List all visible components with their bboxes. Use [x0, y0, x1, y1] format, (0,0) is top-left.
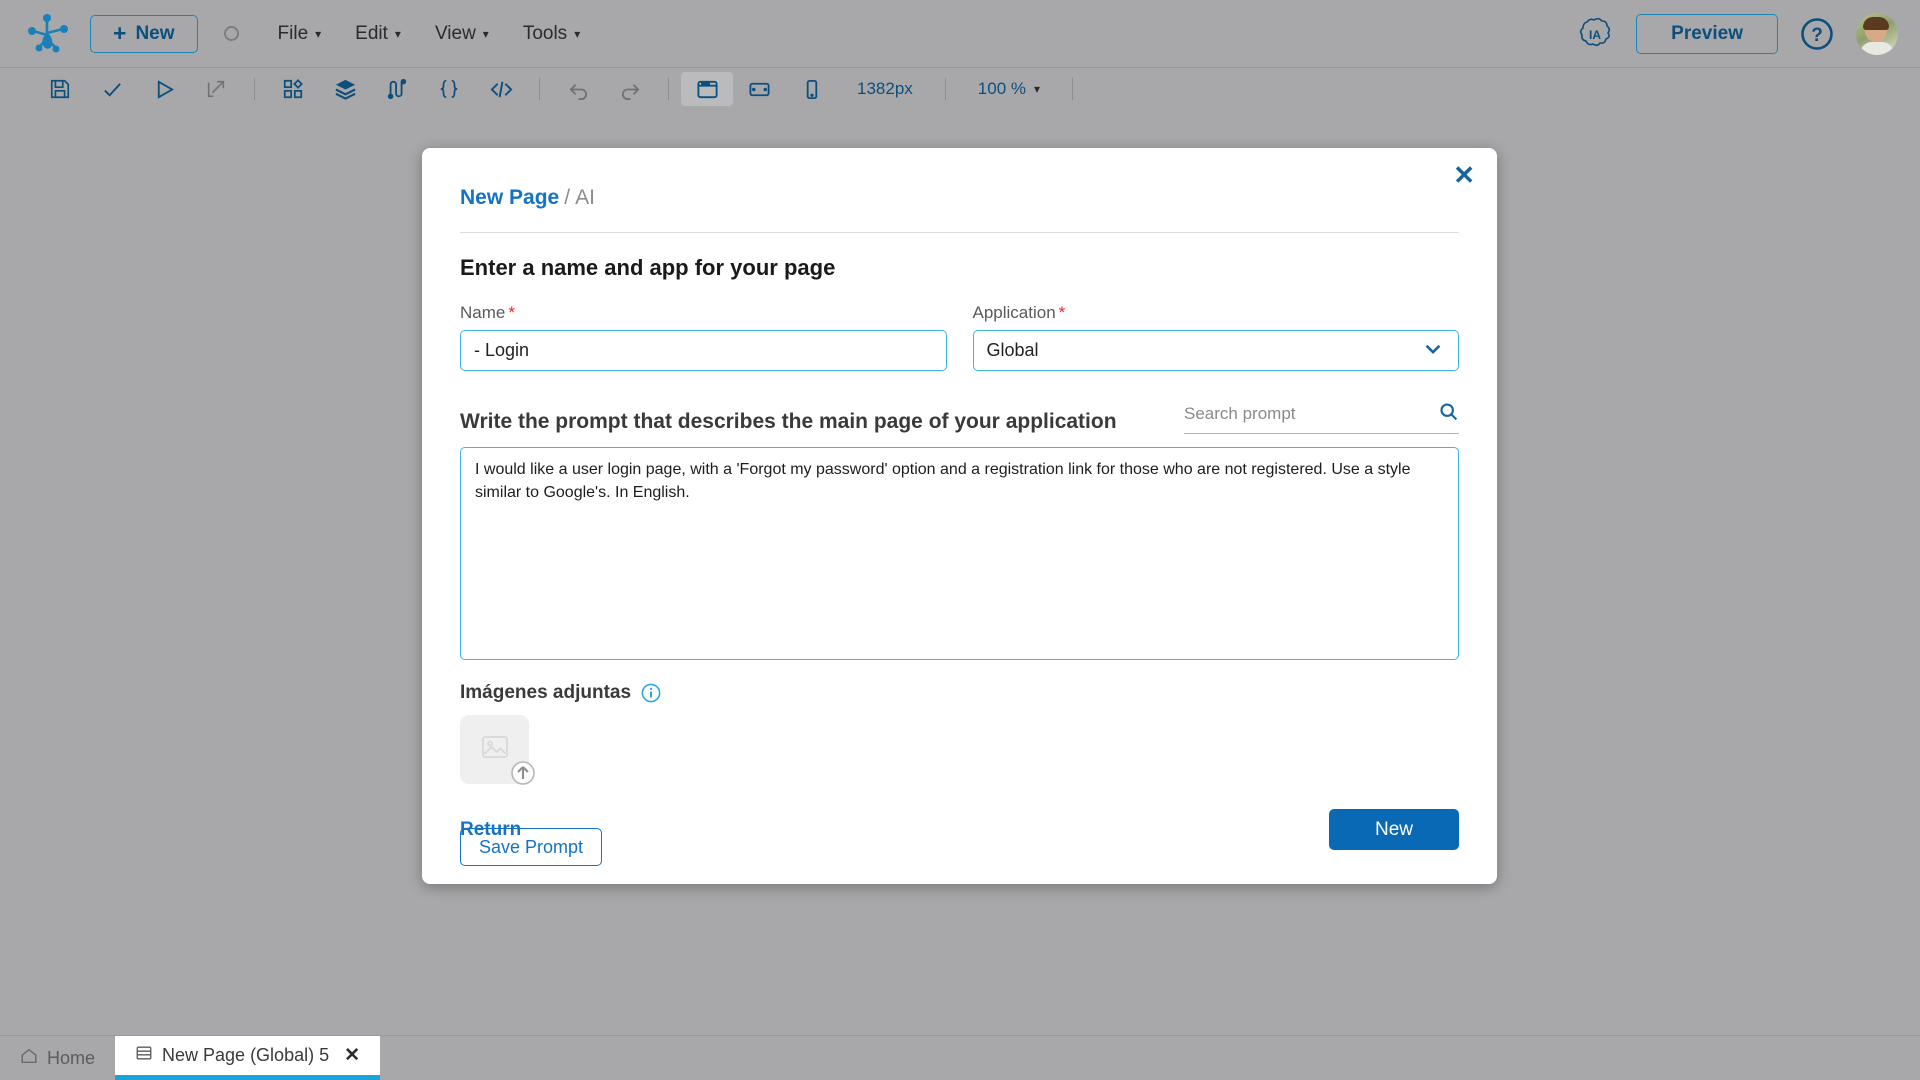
prompt-section-label: Write the prompt that describes the main… [460, 410, 1117, 433]
canvas-width-value[interactable]: 1382px [837, 79, 933, 99]
desktop-view-icon[interactable] [681, 72, 733, 106]
preview-button[interactable]: Preview [1636, 13, 1778, 54]
menu-view[interactable]: View ▾ [418, 14, 506, 54]
avatar-hair [1863, 16, 1889, 30]
menu-tools-label: Tools [522, 22, 568, 44]
search-prompt-field[interactable]: Search prompt [1184, 401, 1459, 434]
search-icon[interactable] [1438, 401, 1459, 427]
required-marker: * [1058, 303, 1066, 322]
modal-new-button[interactable]: New [1328, 809, 1459, 850]
new-button[interactable]: + New [90, 14, 198, 53]
name-input[interactable]: - Login [460, 330, 947, 371]
return-link[interactable]: Return [460, 819, 521, 841]
required-marker: * [508, 303, 515, 322]
zoom-control[interactable]: 100 % ▾ [958, 79, 1060, 99]
redo-icon[interactable] [604, 72, 656, 106]
svg-text:?: ? [1811, 25, 1823, 46]
zoom-value: 100 % [977, 79, 1026, 98]
name-field-label: Name * [460, 303, 947, 323]
components-icon[interactable] [267, 72, 319, 106]
form-row: Name * - Login Application * Global [460, 303, 1459, 371]
image-upload-tile[interactable] [460, 715, 535, 785]
menu-tools[interactable]: Tools ▾ [506, 14, 597, 54]
menu-file-label: File [277, 22, 309, 44]
close-icon[interactable]: ✕ [1453, 162, 1475, 188]
breadcrumb-separator: / [564, 186, 571, 209]
help-question-icon[interactable]: ? [1800, 17, 1834, 51]
breadcrumb-sub: AI [575, 186, 595, 209]
svg-text:IA: IA [1589, 28, 1601, 42]
application-label-text: Application [972, 303, 1056, 322]
flow-icon[interactable] [371, 72, 423, 106]
tablet-view-icon[interactable] [733, 72, 785, 106]
divider [460, 232, 1459, 233]
menu-edit[interactable]: Edit ▾ [338, 14, 418, 54]
attached-images-header: Imágenes adjuntas [460, 682, 1459, 704]
new-page-modal: ✕ New Page / AI Enter a name and app for y… [422, 148, 1497, 884]
attached-images-title: Imágenes adjuntas [460, 682, 632, 703]
user-avatar[interactable] [1856, 12, 1898, 55]
toolbar-divider [539, 78, 540, 100]
application-select[interactable]: Global [972, 330, 1459, 371]
modal-title: Enter a name and app for your page [460, 255, 836, 280]
layers-icon[interactable] [319, 72, 371, 106]
menu-file[interactable]: File ▾ [261, 14, 339, 54]
menu-view-label: View [434, 22, 476, 44]
plus-icon: + [113, 20, 127, 46]
name-label-text: Name [460, 303, 506, 322]
app-logo-icon[interactable] [26, 13, 72, 55]
breadcrumb-main[interactable]: New Page [460, 186, 559, 209]
application-select-wrapper: Global [972, 330, 1459, 371]
record-circle-icon[interactable] [223, 26, 239, 41]
tab-new-page-label: New Page (Global) 5 [162, 1045, 330, 1065]
image-placeholder-icon [480, 732, 510, 767]
save-icon[interactable] [34, 72, 86, 106]
mobile-view-icon[interactable] [785, 72, 837, 106]
tab-home-label: Home [47, 1047, 96, 1068]
tab-home[interactable]: Home [0, 1036, 115, 1080]
tab-new-page[interactable]: New Page (Global) 5 ✕ [115, 1036, 381, 1080]
chevron-down-icon: ▾ [394, 26, 401, 41]
top-menu-bar: + New File ▾ Edit ▾ View ▾ Tools ▾ IA Pr… [0, 0, 1920, 67]
upload-arrow-icon[interactable] [509, 759, 537, 787]
chevron-down-icon: ▾ [574, 26, 581, 41]
code-icon[interactable] [475, 72, 527, 106]
toolbar-divider [944, 78, 946, 100]
attached-images-section: Imágenes adjuntas [460, 682, 1459, 785]
chevron-down-icon: ▾ [1033, 82, 1041, 96]
editor-toolbar: 1382px 100 % ▾ [0, 67, 1920, 110]
application-field-group: Application * Global [972, 303, 1460, 371]
home-icon [20, 1047, 38, 1070]
toolbar-divider [1072, 78, 1074, 100]
avatar-body [1860, 41, 1894, 55]
export-icon[interactable] [190, 72, 242, 106]
application-field-label: Application * [973, 303, 1460, 323]
prompt-textarea[interactable]: I would like a user login page, with a '… [460, 447, 1459, 660]
top-bar-right-group: IA Preview ? [1576, 12, 1898, 55]
modal-footer: Return New [460, 809, 1459, 850]
menu-edit-label: Edit [355, 22, 388, 44]
undo-icon[interactable] [552, 72, 604, 106]
prompt-header: Write the prompt that describes the main… [460, 401, 1459, 434]
info-icon[interactable] [641, 683, 661, 703]
name-field-group: Name * - Login [460, 303, 947, 371]
bottom-tab-bar: Home New Page (Global) 5 ✕ [0, 1035, 1920, 1080]
breadcrumb: New Page / AI [460, 176, 1459, 210]
new-button-label: New [135, 22, 175, 44]
ai-cloud-icon[interactable]: IA [1576, 15, 1614, 53]
search-prompt-placeholder: Search prompt [1184, 404, 1296, 423]
chevron-down-icon: ▾ [315, 26, 322, 41]
check-icon[interactable] [86, 72, 138, 106]
braces-icon[interactable] [423, 72, 475, 106]
toolbar-divider [668, 78, 669, 100]
chevron-down-icon: ▾ [482, 26, 489, 41]
toolbar-divider [254, 78, 255, 100]
run-icon[interactable] [138, 72, 190, 106]
page-icon [135, 1044, 153, 1067]
close-icon[interactable]: ✕ [344, 1044, 360, 1067]
